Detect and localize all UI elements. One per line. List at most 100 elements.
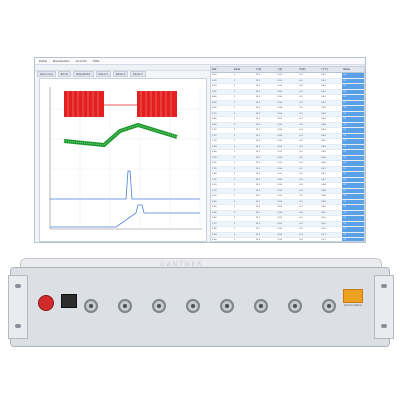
- table-cell: 0.52: [277, 151, 283, 153]
- tab-current[interactable]: Strom: [57, 71, 72, 77]
- table-cell: 0.52: [277, 173, 283, 175]
- table-cell: 12.1: [255, 211, 261, 214]
- table-cell: 6.3: [299, 123, 303, 126]
- tab-channel-2[interactable]: Kanal 2: [112, 71, 129, 77]
- table-cell: 24.9: [321, 211, 326, 214]
- table-cell: 12.0: [255, 239, 261, 241]
- table-header-cell[interactable]: Status: [342, 67, 364, 72]
- table-cell: OK: [342, 144, 364, 149]
- ethernet-port[interactable]: [61, 294, 77, 308]
- table-cell: 1: [233, 178, 236, 181]
- table-cell: OK: [342, 227, 364, 232]
- table-cell: 0.51: [277, 79, 283, 82]
- table-header-cell[interactable]: U [V]: [255, 67, 277, 72]
- table-cell: 12.1: [255, 151, 261, 153]
- table-cell: 6.3: [299, 74, 303, 76]
- table-cell: OK: [342, 73, 364, 78]
- tab-channel-3[interactable]: Kanal 3: [130, 71, 146, 77]
- table-cell: OK: [342, 161, 364, 166]
- table-cell: 0.52: [277, 178, 283, 181]
- mount-hole-icon: [381, 324, 387, 328]
- tab-voltage[interactable]: Spannung: [37, 71, 56, 77]
- mount-hole-icon: [381, 284, 387, 288]
- table-cell: OK: [342, 111, 364, 116]
- table-cell: 24.3: [321, 112, 326, 115]
- table-cell: 12.2: [255, 189, 261, 192]
- table-cell: 0.52: [277, 162, 283, 164]
- channel-connector-7[interactable]: [288, 299, 302, 313]
- table-cell: 0.52: [277, 112, 283, 115]
- table-cell: 12.1: [255, 228, 261, 230]
- table-cell: 24.8: [321, 195, 326, 197]
- channel-connector-3[interactable]: [152, 299, 166, 313]
- table-cell: OK: [342, 150, 364, 155]
- table-cell: OK: [342, 221, 364, 226]
- table-cell: 2.50: [212, 211, 217, 214]
- channel-connector-6[interactable]: [254, 299, 268, 313]
- table-header-cell[interactable]: T [°C]: [320, 67, 342, 72]
- table-cell: 1: [233, 134, 236, 137]
- table-cell: 6.2: [299, 145, 303, 148]
- table-cell: 1: [233, 112, 236, 115]
- table-header-cell[interactable]: Kanal: [233, 67, 255, 72]
- tab-temperature[interactable]: Temperatur: [73, 71, 94, 77]
- product-caption: Q.brixx station: [343, 304, 363, 307]
- table-cell: 1: [233, 189, 236, 192]
- table-cell: 0.53: [277, 85, 283, 87]
- table-cell: 6.4: [299, 239, 303, 241]
- table-cell: 1.40: [212, 151, 217, 153]
- table-cell: 0.52: [277, 228, 283, 230]
- table-row[interactable]: 3.00 1 12.0 0.53 6.4 25.1 OK: [211, 238, 364, 241]
- table-cell: 6.5: [299, 156, 303, 159]
- table-cell: 2.40: [212, 206, 217, 208]
- table-cell: 12.1: [255, 134, 261, 137]
- menu-item-file[interactable]: Datei: [39, 58, 47, 65]
- table-cell: 1.10: [212, 134, 217, 137]
- table-cell: OK: [342, 106, 364, 111]
- table-header-cell[interactable]: I [A]: [277, 67, 299, 72]
- table-header-cell[interactable]: Zeit: [211, 67, 233, 72]
- table-cell: 6.3: [299, 217, 303, 219]
- menu-item-edit[interactable]: Bearbeiten: [53, 58, 69, 65]
- channel-connector-2[interactable]: [118, 299, 132, 313]
- table-cell: 0.52: [277, 90, 283, 93]
- table-cell: 1.20: [212, 140, 217, 142]
- table-cell: 2.60: [212, 217, 217, 219]
- table-cell: 0.53: [277, 239, 283, 241]
- table-cell: 12.1: [255, 217, 261, 219]
- table-cell: 0.53: [277, 129, 283, 131]
- table-cell: 0.90: [212, 123, 217, 126]
- table-cell: 6.4: [299, 85, 303, 87]
- table-cell: 12.0: [255, 85, 261, 87]
- channel-connector-5[interactable]: [220, 299, 234, 313]
- table-cell: 1: [233, 140, 236, 142]
- table-cell: OK: [342, 210, 364, 215]
- table-cell: 1.50: [212, 156, 217, 159]
- table-cell: 0.50: [277, 96, 283, 98]
- table-cell: 6.2: [299, 195, 303, 197]
- power-switch[interactable]: [38, 295, 54, 311]
- table-cell: 6.3: [299, 233, 303, 236]
- table-cell: 24.7: [321, 167, 326, 170]
- channel-connector-1[interactable]: [84, 299, 98, 313]
- channel-connector-4[interactable]: [186, 299, 200, 313]
- table-cell: 1.30: [212, 145, 217, 148]
- table-cell: 6.3: [299, 162, 303, 164]
- table-cell: 12.1: [255, 112, 261, 115]
- table-cell: 1.80: [212, 173, 217, 175]
- blue-signal-trace: [50, 170, 200, 228]
- menu-item-help[interactable]: Hilfe: [93, 58, 100, 65]
- table-cell: 6.4: [299, 211, 303, 214]
- table-cell: 24.2: [321, 90, 326, 93]
- table-header-cell[interactable]: P [W]: [298, 67, 320, 72]
- table-cell: 24.2: [321, 96, 326, 98]
- table-cell: 1.90: [212, 178, 217, 181]
- signal-plot[interactable]: [39, 78, 207, 242]
- table-cell: 1.00: [212, 129, 217, 131]
- data-table[interactable]: Zeit Kanal U [V] I [A] P [W] T [°C] Status 0.0…: [210, 66, 365, 242]
- table-cell: 24.1: [321, 79, 326, 82]
- tab-channel-1[interactable]: Kanal 1: [95, 71, 111, 77]
- table-cell: 0.10: [212, 79, 217, 82]
- menu-item-view[interactable]: Ansicht: [76, 58, 87, 65]
- table-cell: 1: [233, 195, 236, 197]
